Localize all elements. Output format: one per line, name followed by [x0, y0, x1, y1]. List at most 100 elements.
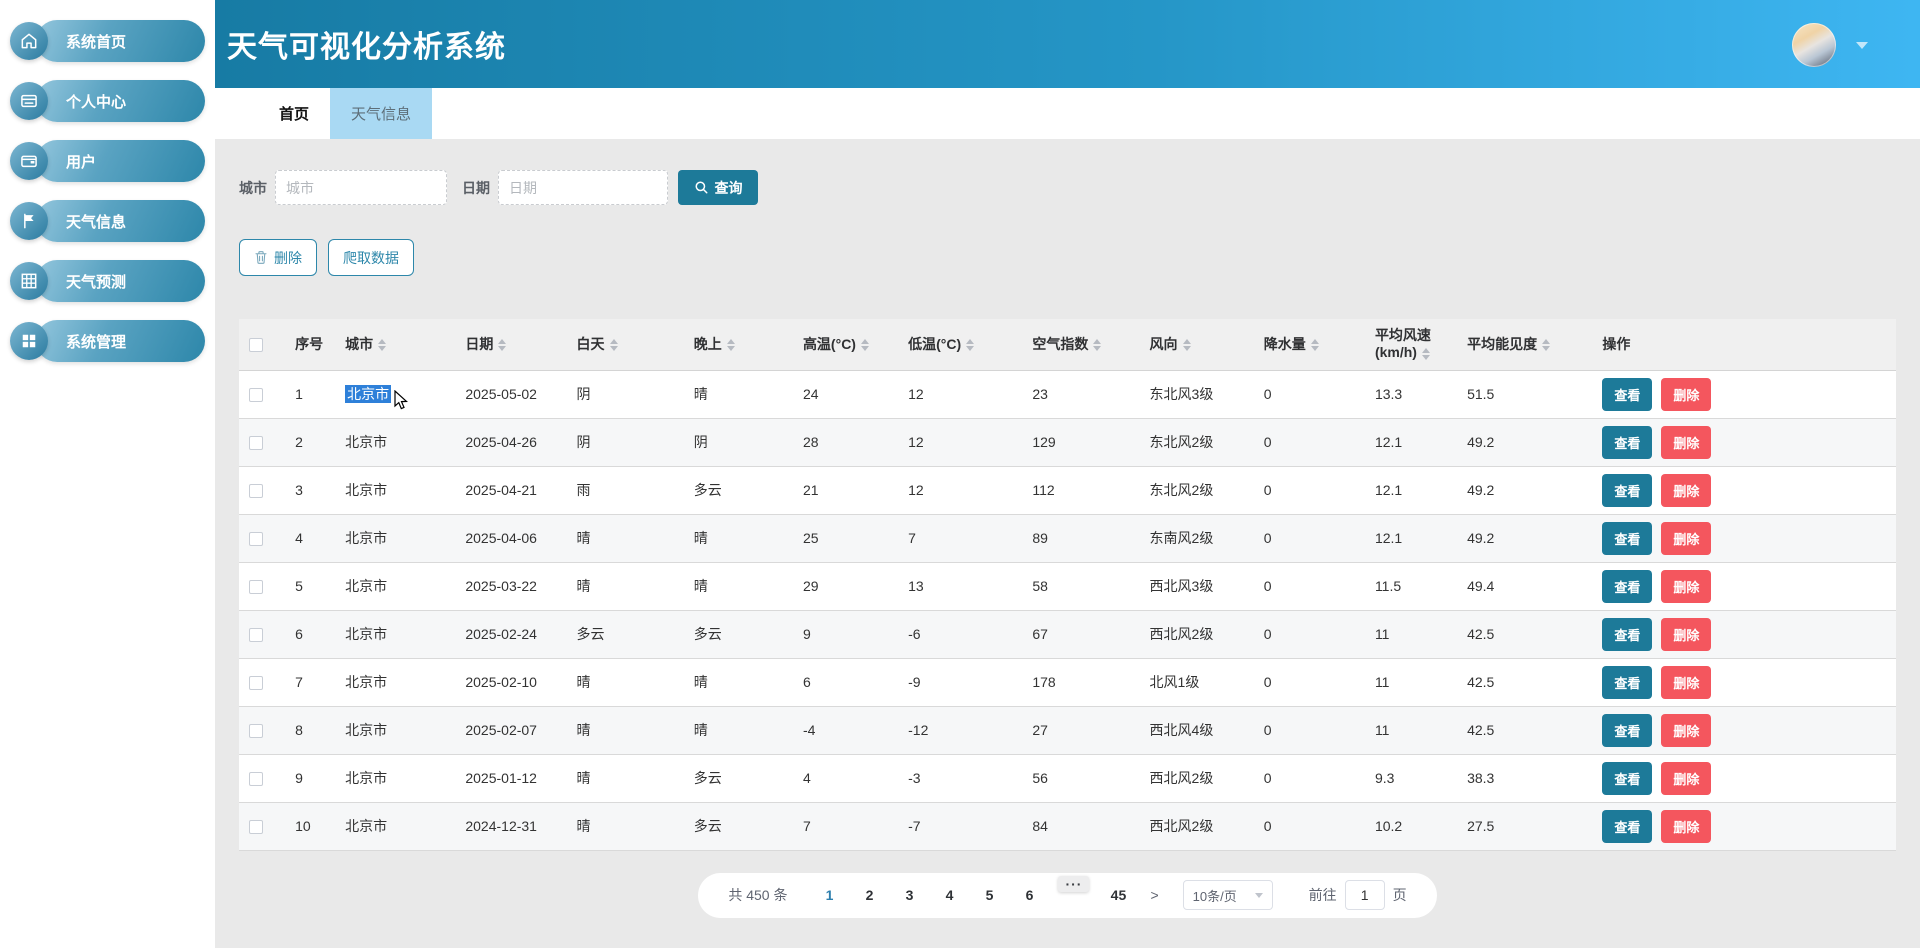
sidebar-item-0[interactable]: 系统首页 [8, 20, 215, 62]
column-header-2[interactable]: 日期 [455, 319, 566, 370]
cell-text: 27.5 [1467, 818, 1494, 834]
cell-text: 6 [295, 626, 303, 642]
page-number-2[interactable]: 2 [858, 887, 880, 903]
cell-text: 21 [803, 482, 819, 498]
row-checkbox[interactable] [249, 436, 263, 450]
row-delete-button[interactable]: 删除 [1661, 426, 1711, 459]
page-number-1[interactable]: 1 [818, 887, 840, 903]
goto-page-input[interactable] [1345, 880, 1385, 910]
row-checkbox[interactable] [249, 724, 263, 738]
crawl-data-button[interactable]: 爬取数据 [328, 239, 414, 276]
row-delete-button[interactable]: 删除 [1661, 570, 1711, 603]
sort-carets-icon[interactable] [1422, 348, 1430, 360]
view-button[interactable]: 查看 [1602, 618, 1652, 651]
user-menu[interactable] [1792, 23, 1868, 67]
row-delete-button[interactable]: 删除 [1661, 618, 1711, 651]
page-title: 天气可视化分析系统 [227, 22, 506, 66]
sidebar-item-5[interactable]: 系统管理 [8, 320, 215, 362]
row-checkbox[interactable] [249, 628, 263, 642]
view-button[interactable]: 查看 [1602, 762, 1652, 795]
sort-carets-icon[interactable] [966, 339, 974, 351]
date-input[interactable] [498, 170, 668, 205]
row-checkbox[interactable] [249, 820, 263, 834]
total-count: 共 450 条 [728, 885, 787, 905]
sidebar-item-label: 系统管理 [66, 331, 126, 352]
page-number-last[interactable]: 45 [1107, 887, 1129, 903]
tab-bar: 首页 天气信息 [215, 88, 1920, 139]
row-delete-button[interactable]: 删除 [1661, 810, 1711, 843]
row-delete-button[interactable]: 删除 [1661, 474, 1711, 507]
column-header-6[interactable]: 低温(°C) [898, 319, 1022, 370]
row-checkbox[interactable] [249, 532, 263, 546]
sidebar-item-label: 天气预测 [66, 271, 126, 292]
cell-text: 晴 [694, 578, 708, 594]
sort-carets-icon[interactable] [861, 339, 869, 351]
column-header-3[interactable]: 白天 [567, 319, 684, 370]
cell-text: 129 [1032, 434, 1055, 450]
column-header-1[interactable]: 城市 [335, 319, 455, 370]
cell-text: 38.3 [1467, 770, 1494, 786]
cell-text: 西北风2级 [1150, 818, 1214, 834]
row-delete-button[interactable]: 删除 [1661, 378, 1711, 411]
tab-weather-info[interactable]: 天气信息 [330, 88, 432, 139]
query-button[interactable]: 查询 [678, 170, 758, 205]
next-page-button[interactable]: > [1150, 887, 1158, 903]
page-number-4[interactable]: 4 [938, 887, 960, 903]
view-button[interactable]: 查看 [1602, 522, 1652, 555]
view-button[interactable]: 查看 [1602, 474, 1652, 507]
avatar[interactable] [1792, 23, 1836, 67]
page-number-5[interactable]: 5 [978, 887, 1000, 903]
cell-text: 0 [1264, 386, 1272, 402]
sort-carets-icon[interactable] [1311, 339, 1319, 351]
view-button[interactable]: 查看 [1602, 378, 1652, 411]
tab-home[interactable]: 首页 [258, 88, 330, 139]
column-header-4[interactable]: 晚上 [684, 319, 793, 370]
row-delete-button[interactable]: 删除 [1661, 666, 1711, 699]
row-delete-button[interactable]: 删除 [1661, 714, 1711, 747]
row-checkbox[interactable] [249, 484, 263, 498]
column-header-8[interactable]: 风向 [1140, 319, 1254, 370]
sort-carets-icon[interactable] [498, 339, 506, 351]
chevron-down-icon[interactable] [1856, 42, 1868, 49]
column-header-5[interactable]: 高温(°C) [793, 319, 898, 370]
more-pages-button[interactable]: ··· [1058, 876, 1089, 892]
sort-carets-icon[interactable] [1183, 339, 1191, 351]
sidebar-item-4[interactable]: 天气预测 [8, 260, 215, 302]
weather-table: 序号城市日期白天晚上高温(°C)低温(°C)空气指数风向降水量平均风速(km/h… [239, 319, 1896, 851]
row-checkbox[interactable] [249, 388, 263, 402]
delete-button[interactable]: 删除 [239, 239, 317, 276]
view-button[interactable]: 查看 [1602, 810, 1652, 843]
sort-carets-icon[interactable] [610, 339, 618, 351]
row-checkbox[interactable] [249, 676, 263, 690]
row-checkbox[interactable] [249, 580, 263, 594]
sidebar-item-label: 天气信息 [66, 211, 126, 232]
sidebar-item-2[interactable]: 用户 [8, 140, 215, 182]
sidebar: 系统首页个人中心用户天气信息天气预测系统管理 [0, 0, 215, 948]
cell-text: 晴 [577, 578, 591, 594]
cell-text: 北京市 [345, 722, 387, 738]
goto-label: 前往 [1309, 885, 1337, 905]
view-button[interactable]: 查看 [1602, 426, 1652, 459]
sidebar-item-3[interactable]: 天气信息 [8, 200, 215, 242]
page-number-6[interactable]: 6 [1018, 887, 1040, 903]
column-header-10[interactable]: 平均风速(km/h) [1365, 319, 1457, 370]
column-header-11[interactable]: 平均能见度 [1457, 319, 1592, 370]
select-all-checkbox[interactable] [249, 338, 263, 352]
column-header-9[interactable]: 降水量 [1254, 319, 1365, 370]
sort-carets-icon[interactable] [727, 339, 735, 351]
sort-carets-icon[interactable] [1542, 339, 1550, 351]
column-header-7[interactable]: 空气指数 [1022, 319, 1139, 370]
view-button[interactable]: 查看 [1602, 714, 1652, 747]
page-size-select[interactable]: 10条/页 [1183, 880, 1273, 910]
view-button[interactable]: 查看 [1602, 666, 1652, 699]
row-delete-button[interactable]: 删除 [1661, 522, 1711, 555]
row-checkbox[interactable] [249, 772, 263, 786]
sort-carets-icon[interactable] [1093, 339, 1101, 351]
cell-text: 49.2 [1467, 530, 1494, 546]
sidebar-item-1[interactable]: 个人中心 [8, 80, 215, 122]
page-number-3[interactable]: 3 [898, 887, 920, 903]
city-input[interactable] [275, 170, 447, 205]
sort-carets-icon[interactable] [378, 339, 386, 351]
view-button[interactable]: 查看 [1602, 570, 1652, 603]
row-delete-button[interactable]: 删除 [1661, 762, 1711, 795]
